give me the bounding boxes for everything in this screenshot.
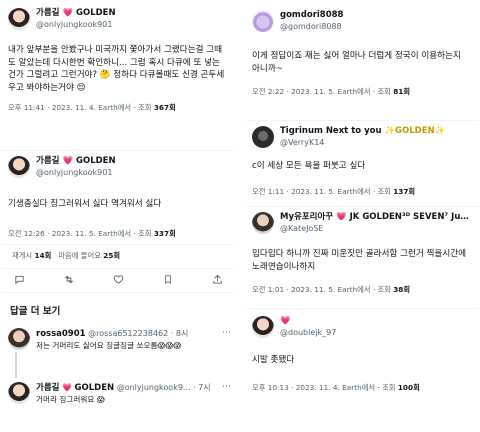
tweet-time[interactable]: 오전 1:01 · 2023. 11. 5. Earth에서 · 조회 (252, 285, 393, 294)
divider (246, 308, 478, 309)
left-screenshot: 가름길 💗 GOLDEN @onlyjungkook901 내가 앞부분을 안봤… (2, 0, 234, 432)
tweet-meta: 오후 10:13 · 2023. 11. 4. Earth에서 · 조회 100… (252, 383, 474, 393)
display-name[interactable]: 가름길 (36, 156, 59, 166)
divider (2, 150, 234, 151)
user-handle[interactable]: @KateJoSE (280, 223, 474, 234)
divider (2, 244, 234, 245)
user-handle[interactable]: @rossa6512238462 · 8시 (88, 329, 188, 338)
display-name[interactable]: 💗 (280, 316, 336, 327)
display-name-suffix: GOLDEN (76, 156, 116, 166)
divider (246, 206, 478, 207)
tweet-actions (4, 274, 232, 285)
tweet[interactable]: Tigrinum Next to you ✨GOLDEN✨ @VerryK14 … (252, 126, 474, 197)
more-options-icon[interactable]: ⋯ (222, 382, 232, 392)
share-icon[interactable] (208, 274, 226, 285)
likes-label: 마음에 들어요 (58, 251, 101, 260)
tweet[interactable]: 가름길 💗 GOLDEN @onlyjungkook901 기생충실다 징그러워… (8, 156, 230, 239)
avatar[interactable] (8, 382, 30, 404)
bookmark-icon[interactable] (159, 274, 177, 285)
avatar[interactable] (252, 316, 274, 338)
user-handle[interactable]: @doublejk_97 (280, 327, 336, 338)
tweet-time[interactable]: 오전 1:11 · 2023. 11. 5. Earth에서 · 조회 (252, 187, 393, 196)
right-screenshot: gomdori8088 @gomdori8088 이게 정답이죠 재는 싫어 얼… (246, 0, 478, 432)
more-options-icon[interactable]: ⋯ (222, 328, 232, 338)
view-count: 137회 (393, 186, 416, 196)
tweet-meta: 오전 1:01 · 2023. 11. 5. Earth에서 · 조회 38회 (252, 285, 476, 295)
display-name[interactable]: 가름길 (36, 383, 59, 393)
reply-icon[interactable] (10, 274, 28, 285)
avatar[interactable] (8, 156, 30, 178)
reply[interactable]: 가름길 💗 GOLDEN @onlyjungkook9... · 7시 거머리 … (8, 382, 232, 407)
divider (2, 292, 234, 293)
tweet[interactable]: gomdori8088 @gomdori8088 이게 정답이죠 재는 싫어 얼… (252, 10, 474, 97)
view-count: 38회 (393, 285, 411, 294)
retweet-icon[interactable] (60, 274, 78, 285)
display-name[interactable]: gomdori8088 (280, 10, 343, 21)
view-count: 337회 (153, 228, 176, 238)
user-handle[interactable]: @onlyjungkook9... · 7시 (117, 383, 211, 392)
avatar[interactable] (8, 328, 30, 350)
display-name[interactable]: My유포리아꾸 (280, 212, 333, 222)
heart-icon: 💗 (62, 383, 72, 392)
divider (246, 120, 478, 121)
display-name-suffix: 💗 JK GOLDEN³ᴰ SEVEN⁷ Jun... (336, 212, 474, 222)
avatar[interactable] (8, 8, 30, 30)
engagement-stats: 재게시 14회 마음에 들어요 25회 (12, 251, 120, 261)
tweet-time[interactable]: 오전 2:22 · 2023. 11. 5. Earth에서 · 조회 (252, 87, 393, 96)
tweet-meta: 오전 2:22 · 2023. 11. 5. Earth에서 · 조회 81회 (252, 87, 474, 97)
tweet-meta: 오후 11:41 · 2023. 11. 4. Earth에서 · 조회 367… (8, 103, 230, 113)
avatar[interactable] (252, 212, 274, 234)
tweet-time[interactable]: 오후 10:13 · 2023. 11. 4. Earth에서 · 조회 (252, 383, 398, 392)
heart-icon: 💗 (62, 156, 74, 166)
like-count[interactable]: 25회 (103, 251, 120, 260)
divider (2, 268, 234, 269)
view-count: 81회 (393, 87, 411, 96)
retweets-label: 재게시 (12, 251, 33, 260)
like-icon[interactable] (109, 274, 127, 285)
avatar[interactable] (252, 126, 274, 148)
tweet-meta: 오전 12:26 · 2023. 11. 5. Earth에서 · 조회 337… (8, 229, 230, 239)
display-name-suffix: GOLDEN (74, 383, 115, 393)
user-handle[interactable]: @onlyjungkook901 (36, 19, 116, 30)
display-name-suffix: ✨GOLDEN✨ (384, 126, 446, 136)
more-replies-heading: 답글 더 보기 (10, 306, 61, 317)
display-name-suffix: GOLDEN (76, 8, 116, 18)
reply-text: 저는 거머리도 싫어요 징글징글 쏘오름😱😱😱 (36, 341, 182, 350)
view-count: 100회 (397, 382, 420, 392)
tweet[interactable]: 가름길 💗 GOLDEN @onlyjungkook901 내가 앞부분을 안봤… (8, 8, 230, 113)
reply[interactable]: rossa0901 @rossa6512238462 · 8시 저는 거머리도 … (8, 328, 232, 353)
tweet[interactable]: 💗 @doublejk_97 시발 좃됐다 오후 10:13 · 2023. 1… (252, 316, 474, 393)
avatar[interactable] (252, 10, 274, 32)
tweet-text: 밉다밉다 하니까 진짜 미운짓만 골라서함 그런거 찍을시간에 노래연습이나하지 (252, 249, 467, 272)
view-count: 367회 (153, 103, 176, 112)
tweet[interactable]: My유포리아꾸 💗 JK GOLDEN³ᴰ SEVEN⁷ Jun... @Kat… (252, 212, 476, 295)
tweet-text: 기생충실다 징그러워서 싫다 역겨워서 싫다 (8, 199, 162, 209)
tweet-text: c이 세상 모든 욕을 퍼붓고 싶다 (252, 161, 366, 171)
tweet-time[interactable]: 오후 11:41 · 2023. 11. 4. Earth에서 · 조회 (8, 103, 154, 112)
user-handle[interactable]: @onlyjungkook901 (36, 167, 116, 178)
user-handle[interactable]: @VerryK14 (280, 137, 445, 148)
reply-text: 거머리 징그러워요 😱 (36, 395, 105, 404)
tweet-time[interactable]: 오전 12:26 · 2023. 11. 5. Earth에서 · 조회 (8, 229, 154, 238)
heart-icon: 💗 (62, 8, 74, 18)
display-name[interactable]: 가름길 (36, 8, 59, 18)
thread-line (15, 352, 17, 378)
display-name[interactable]: rossa0901 (36, 329, 86, 339)
tweet-text: 시발 좃됐다 (252, 355, 295, 365)
retweet-count[interactable]: 14회 (34, 251, 51, 260)
tweet-text: 이게 정답이죠 재는 싫어 얼마나 더럽게 정국이 이용하는지 아니까~ (252, 51, 461, 74)
tweet-meta: 오전 1:11 · 2023. 11. 5. Earth에서 · 조회 137회 (252, 187, 474, 197)
user-handle[interactable]: @gomdori8088 (280, 21, 343, 32)
tweet-text: 내가 앞부분을 안봤구나 미국까지 쫓아가서 그랬다는걸 그때도 알았는데 다시… (8, 45, 225, 93)
display-name[interactable]: Tigrinum Next to you (280, 126, 382, 136)
